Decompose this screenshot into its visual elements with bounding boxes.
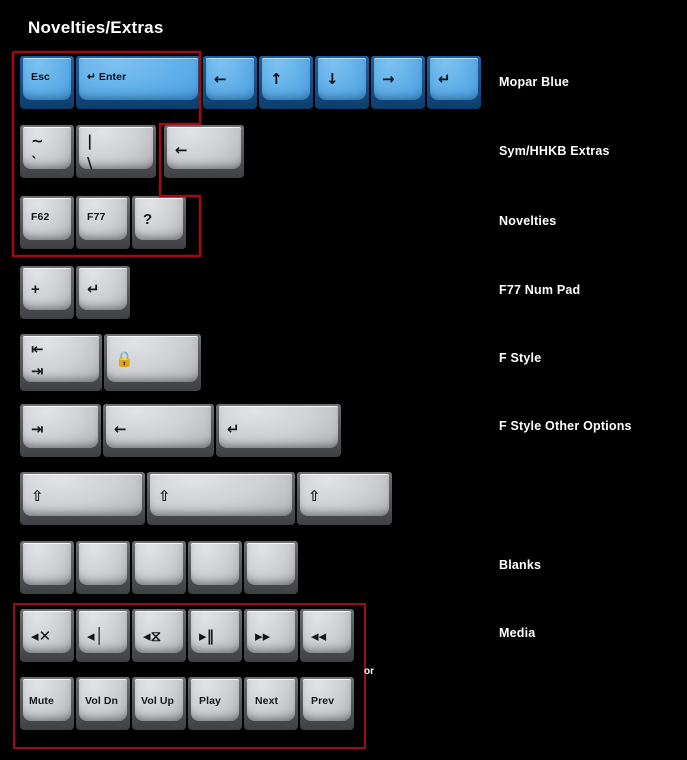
backspace-arrow-icon: ← [175,141,188,159]
keycap-surface [150,474,292,516]
key-blank-1[interactable] [20,541,74,594]
key-legend: Esc [31,71,50,83]
highlight-outline-media-group [13,603,366,749]
key-blank-2[interactable] [76,541,130,594]
return-arrow-icon: ↵ [438,70,451,88]
keycap-surface [23,543,71,585]
plus-glyph: + [31,281,40,298]
keycap-row-shift: ⇧ ⇧ ⇧ [20,472,394,525]
key-question[interactable]: ? [132,196,186,249]
keycap-row-f-style-other: ⇥ ← ↵ [20,404,343,457]
key-arrow-up[interactable]: ↑ [259,56,313,109]
key-arrow-down[interactable]: ↓ [315,56,369,109]
keycap-kit-diagram: Novelties/Extras Esc ↵ Enter ← ↑ ↓ → ↵ ~… [0,0,687,760]
shift-arrow-icon: ⇧ [31,487,44,505]
keycap-row-f77-num-pad: + ↵ [20,266,132,319]
keycap-row-blanks [20,541,300,594]
grave-glyph: ` [31,154,39,172]
keycap-surface [79,543,127,585]
key-caps-lock[interactable]: 🔒 [104,334,201,391]
return-arrow-icon: ↵ [87,280,100,298]
or-label: or [364,666,374,677]
tab-right-icon: ⇥ [31,420,44,438]
category-label-media: Media [499,626,536,640]
key-enter-wide[interactable]: ↵ [216,404,341,457]
category-label-blanks: Blanks [499,558,542,572]
backspace-arrow-icon: ← [114,420,127,438]
category-label-mopar-blue: Mopar Blue [499,75,570,89]
keycap-row-novelties: F62 F77 ? [20,196,188,249]
key-f62[interactable]: F62 [20,196,74,249]
keycap-surface [191,543,239,585]
key-tilde-grave[interactable]: ~ ` [20,125,74,178]
key-f77[interactable]: F77 [76,196,130,249]
key-legend: F77 [87,211,106,223]
key-arrow-right[interactable]: → [371,56,425,109]
key-shift-short[interactable]: ⇧ [297,472,392,525]
category-label-f-style-other: F Style Other Options [499,419,632,433]
key-backspace[interactable]: ← [164,125,244,178]
tilde-glyph: ~ [31,132,44,150]
keycap-row-f-style: ⇤ ⇥ 🔒 [20,334,203,391]
key-legend: | \ [87,134,93,178]
key-arrow-left[interactable]: ← [203,56,257,109]
key-legend: ↵ Enter [87,71,127,83]
lock-icon: 🔒 [115,350,134,368]
key-blank-5[interactable] [244,541,298,594]
key-numpad-plus[interactable]: + [20,266,74,319]
key-tab[interactable]: ⇥ [20,404,101,457]
key-legend: ⇤ ⇥ [31,342,44,386]
key-numpad-enter[interactable]: ↵ [76,266,130,319]
arrow-down-icon: ↓ [326,70,339,88]
backslash-glyph: \ [87,154,93,172]
key-return[interactable]: ↵ [427,56,481,109]
key-blank-3[interactable] [132,541,186,594]
key-legend: ~ ` [31,134,44,178]
arrow-left-icon: ← [214,70,227,88]
tab-left-icon: ⇤ [31,340,44,358]
key-tab-both[interactable]: ⇤ ⇥ [20,334,102,391]
keycap-surface [247,543,295,585]
page-title: Novelties/Extras [28,18,164,37]
arrow-up-icon: ↑ [270,70,283,88]
category-label-novelties: Novelties [499,214,557,228]
shift-arrow-icon: ⇧ [308,487,321,505]
shift-arrow-icon: ⇧ [158,487,171,505]
category-label-sym-hhkb-extras: Sym/HHKB Extras [499,144,610,158]
key-backspace-wide[interactable]: ← [103,404,214,457]
pipe-glyph: | [87,132,93,150]
keycap-row-mopar-blue: Esc ↵ Enter ← ↑ ↓ → ↵ [20,56,483,109]
keycap-row-sym-hhkb: ~ ` | \ ← [20,125,246,178]
key-blank-4[interactable] [188,541,242,594]
tab-right-icon: ⇥ [31,362,44,380]
key-shift-left[interactable]: ⇧ [20,472,145,525]
arrow-right-icon: → [382,70,395,88]
question-mark-glyph: ? [143,211,153,228]
keycap-surface [135,543,183,585]
key-esc[interactable]: Esc [20,56,74,109]
return-arrow-icon: ↵ [227,420,240,438]
category-label-f77-num-pad: F77 Num Pad [499,283,581,297]
key-shift-right[interactable]: ⇧ [147,472,295,525]
key-pipe-backslash[interactable]: | \ [76,125,156,178]
key-enter-iso[interactable]: ↵ Enter [76,56,201,109]
category-label-f-style: F Style [499,351,542,365]
key-legend: F62 [31,211,50,223]
